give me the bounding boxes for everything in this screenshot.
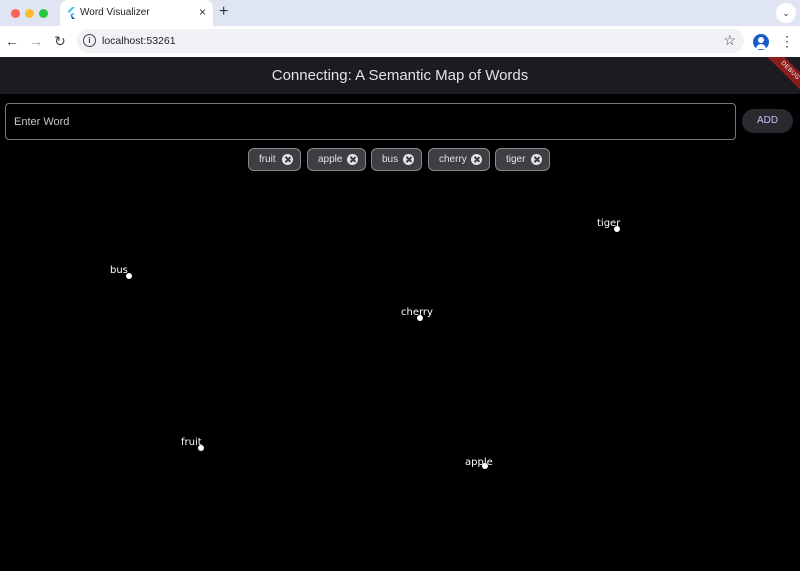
chip-bus: bus (371, 148, 422, 171)
chip-label: tiger (506, 154, 526, 165)
tab-search-button[interactable]: ⌄ (776, 3, 796, 23)
browser-menu-icon[interactable]: ⋮ (780, 33, 794, 50)
chip-label: bus (382, 154, 399, 165)
add-button[interactable]: ADD (742, 109, 793, 133)
chip-fruit: fruit (248, 148, 301, 171)
chip-label: fruit (259, 154, 276, 165)
site-info-icon[interactable]: i (83, 34, 96, 47)
chip-label: cherry (439, 154, 467, 165)
browser-tab[interactable]: Word Visualizer × (60, 0, 213, 26)
remove-chip-icon[interactable] (403, 154, 414, 165)
tab-title: Word Visualizer (80, 7, 150, 18)
word-input[interactable] (5, 103, 736, 140)
back-arrow-icon[interactable]: ← (3, 32, 21, 50)
map-point (417, 315, 423, 321)
url-text[interactable]: localhost:53261 (102, 35, 176, 47)
page-title: Connecting: A Semantic Map of Words (271, 67, 529, 84)
map-point (614, 226, 620, 232)
reload-icon[interactable]: ↻ (51, 32, 69, 50)
app-bar: Connecting: A Semantic Map of Words DEBU… (0, 57, 800, 94)
chip-tiger: tiger (495, 148, 550, 171)
maximize-window-button[interactable] (39, 9, 48, 18)
chip-apple: apple (307, 148, 366, 171)
remove-chip-icon[interactable] (471, 154, 482, 165)
minimize-window-button[interactable] (25, 9, 34, 18)
chip-cherry: cherry (428, 148, 490, 171)
remove-chip-icon[interactable] (347, 154, 358, 165)
flutter-icon (67, 7, 75, 19)
browser-tab-bar: Word Visualizer × + ⌄ (0, 0, 800, 26)
forward-arrow-icon[interactable]: → (27, 32, 45, 50)
bookmark-star-icon[interactable]: ☆ (723, 32, 736, 49)
address-bar[interactable]: i localhost:53261 ☆ (77, 29, 744, 53)
browser-toolbar: ← → ↻ i localhost:53261 ☆ (0, 26, 800, 57)
map-point (198, 445, 204, 451)
remove-chip-icon[interactable] (282, 154, 293, 165)
tab-close-icon[interactable]: × (199, 5, 206, 19)
map-point (482, 463, 488, 469)
chip-label: apple (318, 154, 343, 165)
map-point (126, 273, 132, 279)
profile-avatar-body (756, 44, 766, 49)
close-window-button[interactable] (11, 9, 20, 18)
remove-chip-icon[interactable] (531, 154, 542, 165)
map-word-label: apple (465, 457, 493, 468)
new-tab-button[interactable]: + (219, 3, 228, 21)
